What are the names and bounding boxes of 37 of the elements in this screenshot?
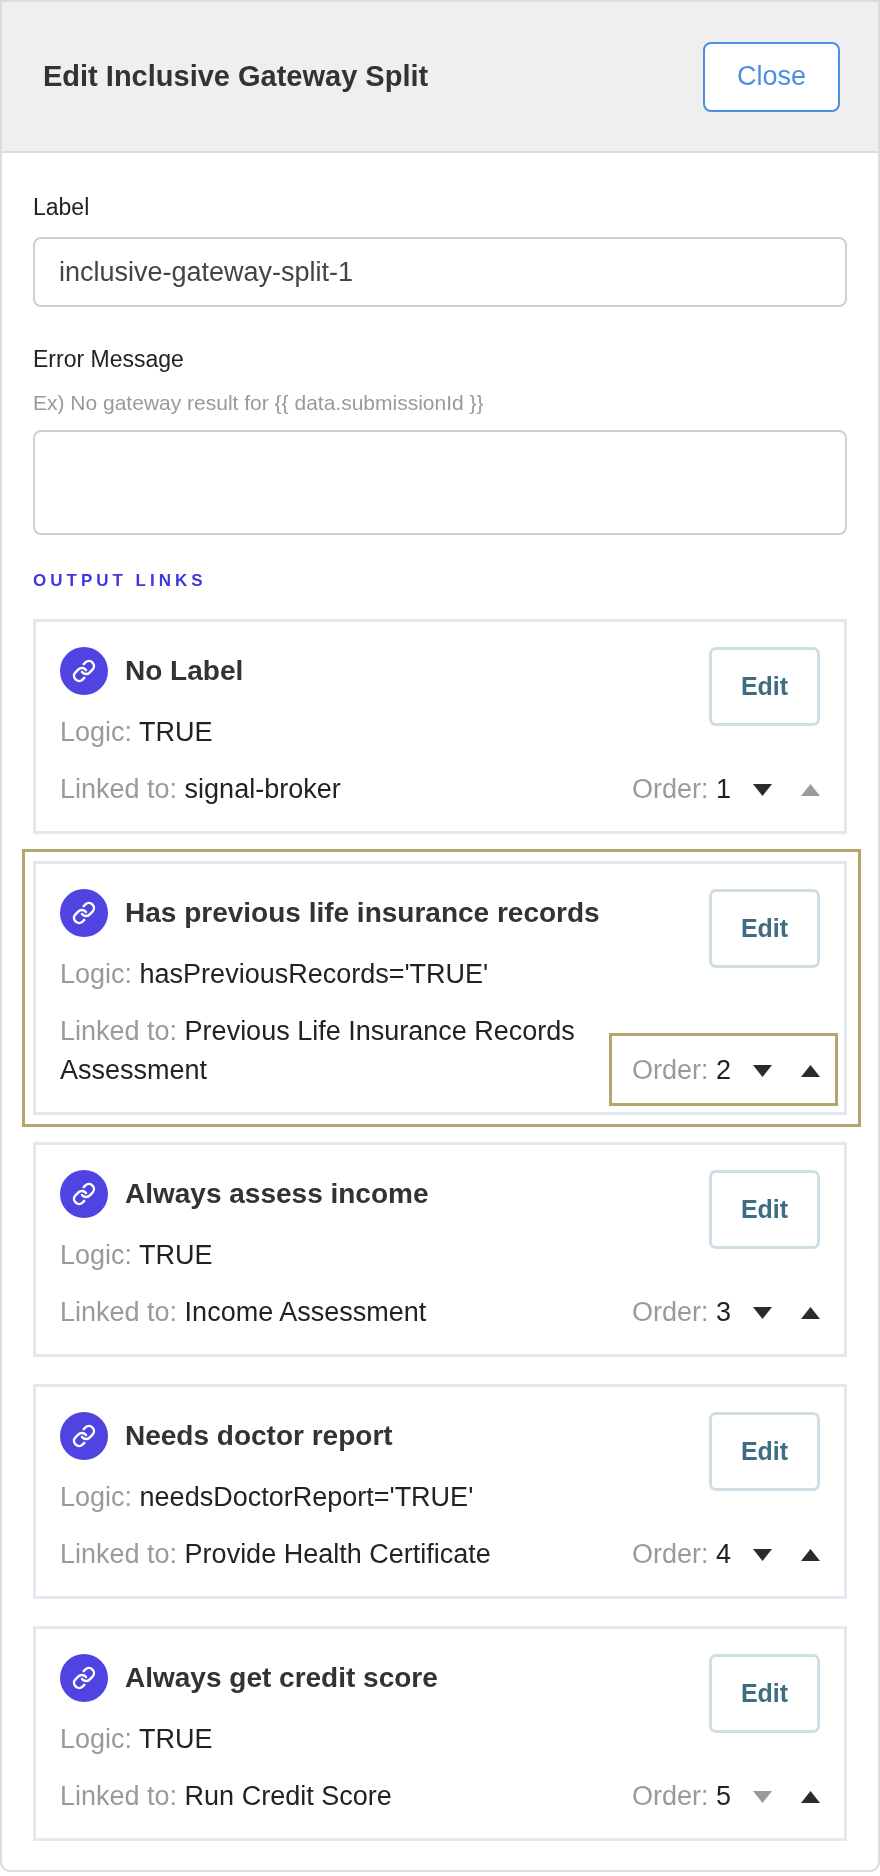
link-icon: [60, 647, 108, 695]
order-text: Order: 4: [631, 1538, 731, 1571]
edit-button[interactable]: Edit: [709, 1412, 820, 1491]
logic-text: Logic: TRUE: [60, 716, 214, 749]
logic-text: Logic: TRUE: [60, 1239, 214, 1272]
link-icon: [60, 1170, 108, 1218]
link-icon: [60, 1654, 108, 1702]
label-input[interactable]: inclusive-gateway-split-1: [33, 237, 847, 307]
linked-to-text: Linked to: Provide Health Certificate: [60, 1538, 492, 1571]
edit-button[interactable]: Edit: [709, 889, 820, 968]
link-title: Always get credit score: [125, 1661, 438, 1695]
linked-to-text: Linked to: Run Credit Score: [60, 1780, 393, 1813]
link-icon: [60, 889, 108, 937]
edit-button[interactable]: Edit: [709, 647, 820, 726]
link-icon: [60, 1412, 108, 1460]
edit-button[interactable]: Edit: [709, 1170, 820, 1249]
link-title: Always assess income: [125, 1177, 429, 1211]
link-title: Needs doctor report: [125, 1419, 393, 1453]
linked-to-text: Linked to: signal-broker: [60, 773, 342, 806]
linked-to-text: Linked to: Previous Life Insurance Records Assessment: [60, 1015, 576, 1087]
link-title: No Label: [125, 654, 244, 688]
logic-text: Logic: needsDoctorReport='TRUE': [60, 1481, 474, 1514]
order-text: Order: 2: [631, 1054, 731, 1087]
edit-button[interactable]: Edit: [709, 1654, 820, 1733]
field-label: Label: [33, 193, 91, 221]
logic-text: Logic: TRUE: [60, 1723, 214, 1756]
order-text: Order: 5: [631, 1780, 731, 1813]
logic-text: Logic: hasPreviousRecords='TRUE': [60, 958, 490, 991]
field-hint: Ex) No gateway result for {{ data.submissionId }}: [33, 390, 485, 416]
order-text: Order: 1: [631, 773, 731, 806]
panel-title: Edit Inclusive Gateway Split: [43, 58, 429, 94]
section-heading: OUTPUT LINKS: [33, 570, 208, 592]
field-label: Error Message: [33, 345, 185, 373]
close-button[interactable]: Close: [703, 41, 840, 112]
linked-to-text: Linked to: Income Assessment: [60, 1296, 428, 1329]
link-title: Has previous life insurance records: [125, 896, 600, 930]
order-text: Order: 3: [631, 1296, 731, 1329]
